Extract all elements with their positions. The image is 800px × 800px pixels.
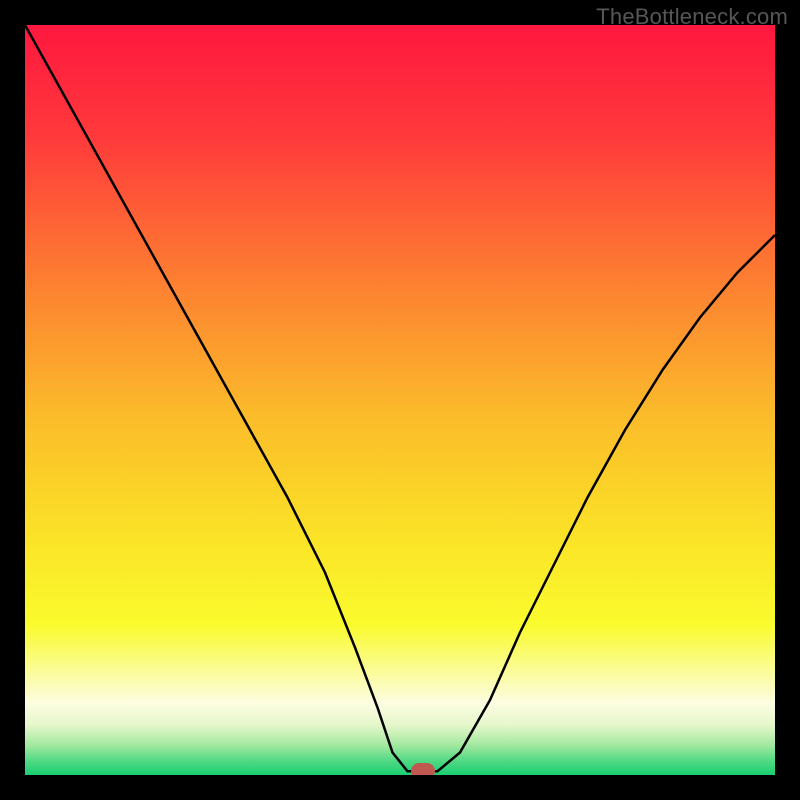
chart-frame: TheBottleneck.com [0, 0, 800, 800]
minimum-marker [411, 763, 435, 775]
bottleneck-curve [25, 25, 775, 775]
plot-area [25, 25, 775, 775]
watermark-text: TheBottleneck.com [596, 4, 788, 30]
